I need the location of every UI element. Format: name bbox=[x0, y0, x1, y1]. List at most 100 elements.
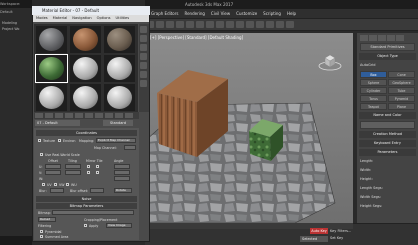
mirror-icon[interactable] bbox=[246, 21, 254, 28]
offset-u-field[interactable] bbox=[45, 164, 61, 169]
material-type-button[interactable]: Standard bbox=[103, 120, 133, 126]
show-map-icon[interactable] bbox=[105, 113, 113, 118]
bitmap-path-button[interactable] bbox=[52, 210, 134, 215]
options-icon[interactable] bbox=[140, 80, 147, 87]
mapping-dropdown[interactable]: Explicit Map Channel bbox=[96, 138, 136, 143]
tile-v-checkbox[interactable] bbox=[96, 171, 99, 174]
sample-slot[interactable] bbox=[36, 84, 67, 111]
modify-tab-icon[interactable] bbox=[369, 35, 377, 41]
sample-type-icon[interactable] bbox=[140, 26, 147, 33]
uv-tiling-icon[interactable] bbox=[140, 53, 147, 60]
apply-checkbox[interactable] bbox=[84, 224, 87, 227]
menu-scripting[interactable]: Scripting bbox=[263, 11, 281, 16]
get-material-icon[interactable] bbox=[35, 113, 43, 118]
render-setup-icon[interactable] bbox=[276, 21, 284, 28]
menu-rendering[interactable]: Rendering bbox=[184, 11, 204, 16]
viewport-label[interactable]: [+] [Perspective] [Standard] [Default Sh… bbox=[150, 35, 243, 40]
background-icon[interactable] bbox=[140, 44, 147, 51]
move-icon[interactable] bbox=[206, 21, 214, 28]
pyramid-button[interactable]: Pyramid bbox=[388, 95, 415, 102]
rotate-icon[interactable] bbox=[216, 21, 224, 28]
render-icon[interactable] bbox=[286, 21, 294, 28]
teapot-button[interactable]: Teapot bbox=[360, 103, 387, 110]
blur-field[interactable] bbox=[50, 188, 64, 193]
reload-button[interactable]: Reload bbox=[38, 217, 56, 222]
background-window-item[interactable]: Project Wo bbox=[0, 26, 21, 32]
material-id-icon[interactable] bbox=[95, 113, 103, 118]
sample-slot-active[interactable] bbox=[35, 54, 68, 83]
assign-to-selection-icon[interactable] bbox=[55, 113, 63, 118]
box-button[interactable]: Box bbox=[360, 71, 387, 78]
uv-radio[interactable] bbox=[42, 183, 45, 186]
menu-customize[interactable]: Customize bbox=[236, 11, 257, 16]
set-key-button[interactable]: Set Key bbox=[330, 236, 343, 240]
angle-u-field[interactable] bbox=[114, 164, 130, 169]
view-image-button[interactable]: View Image bbox=[106, 223, 132, 228]
bitmap-parameters-rollout[interactable]: Bitmap Parameters bbox=[36, 203, 137, 209]
rotate-button[interactable]: Rotate bbox=[114, 188, 132, 193]
motion-tab-icon[interactable] bbox=[387, 35, 395, 41]
menu-graph-editors[interactable]: Graph Editors bbox=[151, 11, 178, 16]
put-to-library-icon[interactable] bbox=[85, 113, 93, 118]
menu-utilities[interactable]: Utilities bbox=[116, 15, 130, 22]
redo-icon[interactable] bbox=[156, 21, 164, 28]
cylinder-button[interactable]: Cylinder bbox=[360, 87, 387, 94]
unlink-icon[interactable] bbox=[176, 21, 184, 28]
viewcube-icon[interactable] bbox=[318, 52, 342, 72]
pyramidal-radio[interactable] bbox=[40, 230, 43, 233]
scale-icon[interactable] bbox=[226, 21, 234, 28]
real-world-scale-checkbox[interactable] bbox=[40, 153, 43, 156]
menu-modes[interactable]: Modes bbox=[36, 15, 48, 22]
sample-slot[interactable] bbox=[104, 84, 135, 111]
video-color-check-icon[interactable] bbox=[140, 62, 147, 69]
menu-civil-view[interactable]: Civil View bbox=[211, 11, 230, 16]
object-type-rollout[interactable]: Object Type bbox=[359, 53, 416, 60]
reset-map-icon[interactable] bbox=[65, 113, 73, 118]
material-name-field[interactable]: 07 - Default bbox=[35, 120, 80, 126]
backlight-icon[interactable] bbox=[140, 35, 147, 42]
put-to-scene-icon[interactable] bbox=[45, 113, 53, 118]
sample-slot[interactable] bbox=[104, 26, 135, 53]
vw-radio[interactable] bbox=[54, 183, 57, 186]
noise-rollout[interactable]: Noise bbox=[36, 196, 137, 202]
auto-key-button[interactable]: Auto Key bbox=[310, 228, 328, 234]
key-filters-button[interactable]: Key Filters... bbox=[330, 229, 351, 233]
display-tab-icon[interactable] bbox=[396, 35, 404, 41]
tiling-v-field[interactable] bbox=[65, 170, 81, 175]
menu-help[interactable]: Help bbox=[287, 11, 296, 16]
angle-v-field[interactable] bbox=[114, 170, 130, 175]
go-forward-icon[interactable] bbox=[125, 113, 133, 118]
sample-slot[interactable] bbox=[70, 84, 101, 111]
plane-button[interactable]: Plane bbox=[388, 103, 415, 110]
offset-v-field[interactable] bbox=[45, 170, 61, 175]
tile-u-checkbox[interactable] bbox=[96, 165, 99, 168]
keyboard-entry-rollout[interactable]: Keyboard Entry bbox=[359, 140, 416, 147]
coordinates-rollout[interactable]: Coordinates bbox=[36, 130, 137, 136]
autogrid-checkbox[interactable]: AutoGrid bbox=[360, 62, 415, 70]
parameters-rollout[interactable]: Parameters bbox=[359, 149, 416, 156]
create-tab-icon[interactable] bbox=[360, 35, 368, 41]
tube-button[interactable]: Tube bbox=[388, 87, 415, 94]
sphere-button[interactable]: Sphere bbox=[360, 79, 387, 86]
menu-navigation[interactable]: Navigation bbox=[72, 15, 91, 22]
sample-slot[interactable] bbox=[104, 55, 135, 82]
environ-radio[interactable] bbox=[58, 139, 61, 142]
menu-material[interactable]: Material bbox=[53, 15, 68, 22]
angle-w-field[interactable] bbox=[114, 176, 130, 181]
wu-radio[interactable] bbox=[66, 183, 69, 186]
name-color-rollout[interactable]: Name and Color bbox=[359, 112, 416, 119]
make-unique-icon[interactable] bbox=[75, 113, 83, 118]
go-to-parent-icon[interactable] bbox=[115, 113, 123, 118]
sample-slot[interactable] bbox=[70, 26, 101, 53]
select-icon[interactable] bbox=[186, 21, 194, 28]
menu-options[interactable]: Options bbox=[97, 15, 111, 22]
torus-button[interactable]: Torus bbox=[360, 95, 387, 102]
hierarchy-tab-icon[interactable] bbox=[378, 35, 386, 41]
link-icon[interactable] bbox=[166, 21, 174, 28]
selection-dropdown[interactable]: Selected bbox=[300, 236, 328, 242]
select-by-name-icon[interactable] bbox=[196, 21, 204, 28]
texture-radio[interactable] bbox=[38, 139, 41, 142]
align-icon[interactable] bbox=[256, 21, 264, 28]
mirror-v-checkbox[interactable] bbox=[87, 171, 90, 174]
primitive-type-dropdown[interactable]: Standard Primitives bbox=[360, 43, 415, 51]
